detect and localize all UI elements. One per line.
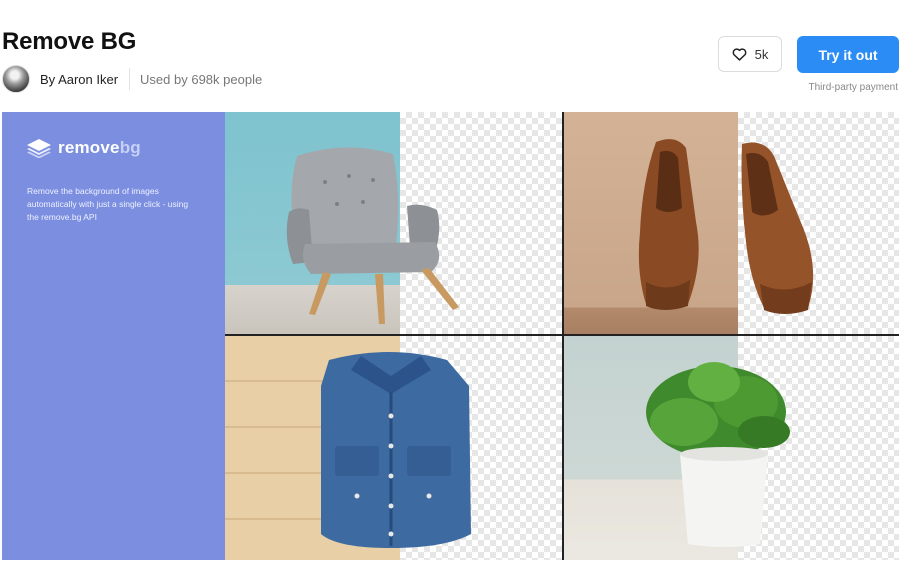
grid-divider-vertical: [562, 112, 564, 560]
shoes-illustration: [638, 139, 814, 314]
shoes-image: [564, 112, 899, 334]
like-count: 5k: [754, 46, 769, 62]
divider: [129, 68, 131, 90]
brand-panel: removebg Remove the background of images…: [2, 112, 225, 560]
author-name[interactable]: By Aaron Iker: [40, 72, 118, 87]
chair-image: [225, 112, 562, 334]
banner-description: Remove the background of images automati…: [27, 186, 189, 222]
brand-suffix: bg: [119, 138, 141, 157]
plant-illustration: [646, 362, 790, 547]
cover-image: removebg Remove the background of images…: [2, 112, 899, 560]
try-it-out-button[interactable]: Try it out: [797, 36, 899, 73]
removebg-logo: removebg: [26, 138, 141, 158]
heart-icon: [732, 48, 747, 61]
shirt-illustration: [321, 352, 471, 548]
layers-icon: [27, 139, 51, 158]
grid-divider-horizontal: [225, 334, 899, 336]
author-avatar[interactable]: [2, 65, 30, 93]
payment-note: Third-party payment: [808, 82, 898, 93]
chair-illustration: [286, 147, 459, 324]
brand-name: remove: [58, 138, 120, 157]
plant-image: [564, 336, 899, 560]
plugin-title: Remove BG: [2, 28, 137, 55]
like-button[interactable]: 5k: [718, 36, 782, 72]
usage-count: Used by 698k people: [140, 71, 263, 87]
author-row: By Aaron Iker Used by 698k people: [2, 64, 262, 94]
shirt-image: [225, 336, 562, 560]
